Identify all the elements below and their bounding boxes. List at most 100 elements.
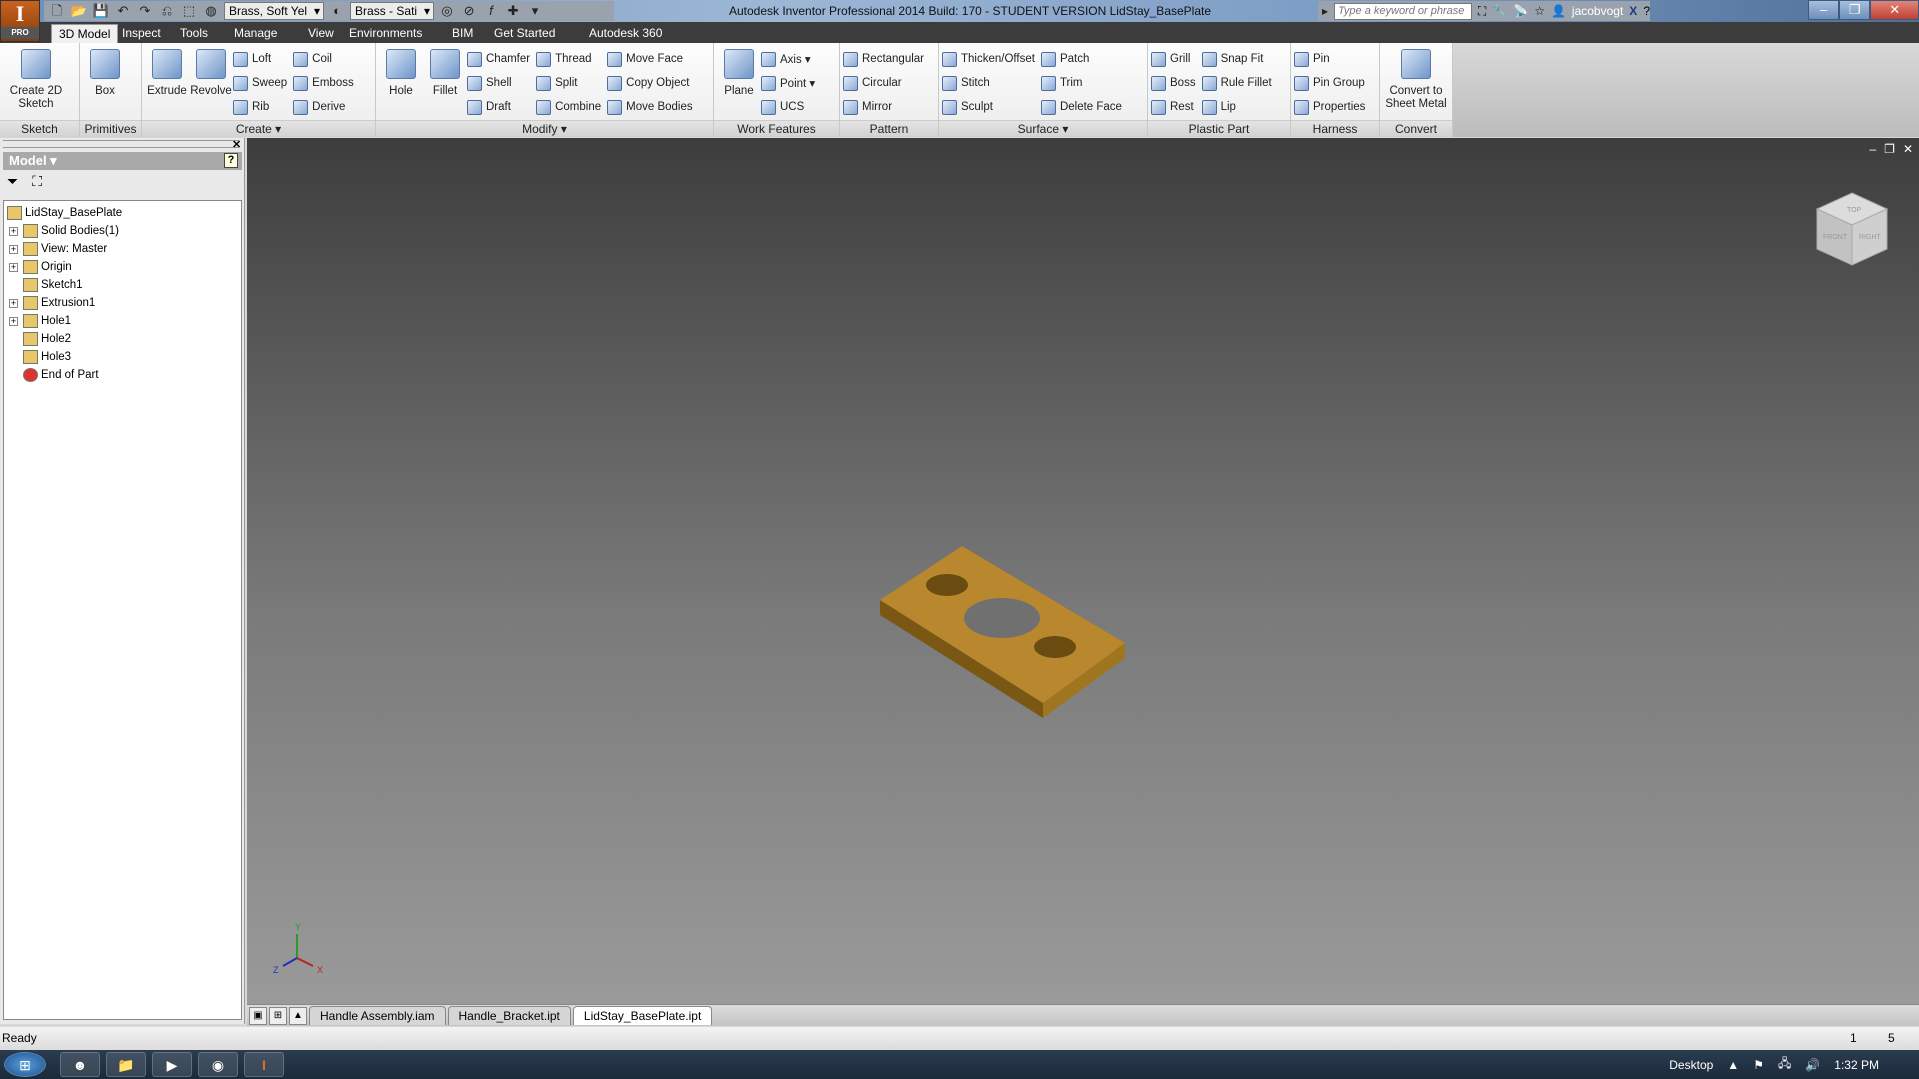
shell-button[interactable]: Shell bbox=[467, 71, 536, 95]
create-2d-sketch-button[interactable]: Create 2D Sketch bbox=[3, 46, 69, 118]
tab-tools[interactable]: Tools bbox=[173, 24, 215, 43]
thread-button[interactable]: Thread bbox=[536, 47, 607, 71]
tree-node-hole2[interactable]: Hole2 bbox=[4, 330, 241, 348]
box-button[interactable]: Box bbox=[83, 46, 127, 118]
doc-tab-handle-assembly-iam[interactable]: Handle Assembly.iam bbox=[309, 1006, 446, 1025]
explorer-icon[interactable]: 📁 bbox=[106, 1052, 146, 1077]
loft-button[interactable]: Loft bbox=[233, 47, 293, 71]
panel-label[interactable]: Modify ▾ bbox=[376, 120, 713, 137]
filter-icon[interactable]: ⏷ bbox=[7, 173, 18, 193]
cascade-icon[interactable]: ▣ bbox=[249, 1006, 267, 1025]
sculpt-button[interactable]: Sculpt bbox=[942, 95, 1041, 119]
sweep-button[interactable]: Sweep bbox=[233, 71, 293, 95]
tree-node-origin[interactable]: + Origin bbox=[4, 258, 241, 276]
move-face-button[interactable]: Move Face bbox=[607, 47, 698, 71]
tree-node-view-master[interactable]: + View: Master bbox=[4, 240, 241, 258]
panel-label[interactable]: Harness bbox=[1291, 120, 1379, 137]
stitch-button[interactable]: Stitch bbox=[942, 71, 1041, 95]
panel-label[interactable]: Sketch bbox=[0, 120, 79, 137]
tab-autodesk-360[interactable]: Autodesk 360 bbox=[582, 24, 669, 43]
help-search-input[interactable]: Type a keyword or phrase bbox=[1334, 2, 1472, 20]
plane-button[interactable]: Plane bbox=[717, 46, 761, 118]
tile-icon[interactable]: ⊞ bbox=[269, 1006, 287, 1025]
clear-appearance-icon[interactable]: ⊘ bbox=[460, 3, 478, 19]
show-hidden-icon[interactable]: ▲ bbox=[1727, 1058, 1739, 1072]
tab-view[interactable]: View bbox=[301, 24, 341, 43]
coil-button[interactable]: Coil bbox=[293, 47, 360, 71]
pin-button[interactable]: Pin bbox=[1294, 47, 1371, 71]
axis-button[interactable]: Axis ▾ bbox=[761, 47, 821, 71]
panel-label[interactable]: Create ▾ bbox=[142, 120, 375, 137]
expand-icon[interactable]: + bbox=[9, 316, 18, 326]
return-icon[interactable]: ⎌ bbox=[158, 3, 176, 19]
exchange-icon[interactable]: X bbox=[1629, 4, 1637, 18]
pin-group-button[interactable]: Pin Group bbox=[1294, 71, 1371, 95]
browser-header[interactable]: Model ▾? bbox=[3, 152, 242, 170]
desktop-toolbar[interactable]: Desktop bbox=[1669, 1058, 1713, 1072]
extrude-button[interactable]: Extrude bbox=[145, 46, 189, 118]
graphics-viewport[interactable]: – ❐ ✕ TOP FRONT RIGHT Y X Z bbox=[247, 138, 1919, 1004]
find-icon[interactable]: ⛶ bbox=[32, 173, 42, 193]
tab-3d-model[interactable]: 3D Model bbox=[51, 24, 119, 43]
rule-fillet-button[interactable]: Rule Fillet bbox=[1201, 71, 1278, 95]
customize-icon[interactable]: ▾ bbox=[526, 3, 544, 19]
open-icon[interactable]: 📂 bbox=[70, 3, 88, 19]
chrome-icon[interactable]: ◉ bbox=[198, 1052, 238, 1077]
material-select[interactable]: Brass, Soft Yel bbox=[224, 2, 325, 20]
draft-button[interactable]: Draft bbox=[467, 95, 536, 119]
split-button[interactable]: Split bbox=[536, 71, 607, 95]
doc-tab-handle-bracket-ipt[interactable]: Handle_Bracket.ipt bbox=[447, 1006, 571, 1025]
doc-tab-lidstay-baseplate-ipt[interactable]: LidStay_BasePlate.ipt bbox=[572, 1006, 713, 1025]
close-icon[interactable]: ✕ bbox=[1870, 0, 1919, 20]
expand-icon[interactable]: + bbox=[9, 226, 18, 236]
panel-label[interactable]: Primitives bbox=[80, 120, 141, 137]
fillet-button[interactable]: Fillet bbox=[423, 46, 467, 118]
delete-face-button[interactable]: Delete Face bbox=[1040, 95, 1128, 119]
combine-button[interactable]: Combine bbox=[536, 95, 607, 119]
snap-fit-button[interactable]: Snap Fit bbox=[1201, 47, 1278, 71]
part-baseplate[interactable] bbox=[880, 546, 1125, 718]
lip-button[interactable]: Lip bbox=[1201, 95, 1278, 119]
panel-label[interactable]: Convert bbox=[1380, 120, 1452, 137]
revolve-button[interactable]: Revolve bbox=[189, 46, 233, 118]
tab-list-icon[interactable]: ▲ bbox=[289, 1006, 307, 1025]
tree-node-hole1[interactable]: + Hole1 bbox=[4, 312, 241, 330]
clock[interactable]: 1:32 PM bbox=[1834, 1058, 1879, 1072]
expand-icon[interactable]: + bbox=[9, 262, 18, 272]
thicken-offset-button[interactable]: Thicken/Offset bbox=[942, 47, 1041, 71]
tree-node-end-of-part[interactable]: End of Part bbox=[4, 366, 241, 384]
hole-button[interactable]: Hole bbox=[379, 46, 423, 118]
user-name[interactable]: jacobvogt bbox=[1572, 4, 1623, 18]
media-player-icon[interactable]: ▶ bbox=[152, 1052, 192, 1077]
move-bodies-button[interactable]: Move Bodies bbox=[607, 95, 698, 119]
expand-icon[interactable]: + bbox=[9, 298, 18, 308]
browser-grip[interactable] bbox=[3, 140, 239, 148]
tab-get-started[interactable]: Get Started bbox=[487, 24, 562, 43]
ucs-button[interactable]: UCS bbox=[761, 95, 821, 119]
circular-button[interactable]: Circular bbox=[843, 71, 930, 95]
volume-icon[interactable]: 🔊 bbox=[1805, 1058, 1820, 1072]
point-button[interactable]: Point ▾ bbox=[761, 71, 821, 95]
tree-node-extrusion1[interactable]: + Extrusion1 bbox=[4, 294, 241, 312]
minimize-icon[interactable]: – bbox=[1808, 0, 1840, 20]
wrench-icon[interactable]: 🔧 bbox=[1492, 4, 1507, 18]
convert-to-sheet-metal-button[interactable]: Convert to Sheet Metal bbox=[1383, 46, 1449, 118]
tab-bim[interactable]: BIM bbox=[445, 24, 480, 43]
tree-node-sketch1[interactable]: Sketch1 bbox=[4, 276, 241, 294]
tab-manage[interactable]: Manage bbox=[227, 24, 284, 43]
copy-object-button[interactable]: Copy Object bbox=[607, 71, 698, 95]
browser-help-icon[interactable]: ? bbox=[224, 153, 238, 168]
new-icon[interactable]: 🗋 bbox=[48, 3, 66, 19]
appearance-select[interactable]: Brass - Sati bbox=[350, 2, 435, 20]
boss-button[interactable]: Boss bbox=[1151, 71, 1202, 95]
star-icon[interactable]: ☆ bbox=[1534, 4, 1545, 18]
rib-button[interactable]: Rib bbox=[233, 95, 293, 119]
inventor-icon[interactable]: I bbox=[244, 1052, 284, 1077]
chamfer-button[interactable]: Chamfer bbox=[467, 47, 536, 71]
patch-button[interactable]: Patch bbox=[1040, 47, 1128, 71]
browser-close-icon[interactable]: ✕ bbox=[232, 138, 241, 151]
tree-node-solid-bodies-1[interactable]: + Solid Bodies(1) bbox=[4, 222, 241, 240]
trim-button[interactable]: Trim bbox=[1040, 71, 1128, 95]
network-icon[interactable]: 🖧 bbox=[1778, 1054, 1791, 1075]
satellite-icon[interactable]: 📡 bbox=[1513, 4, 1528, 18]
